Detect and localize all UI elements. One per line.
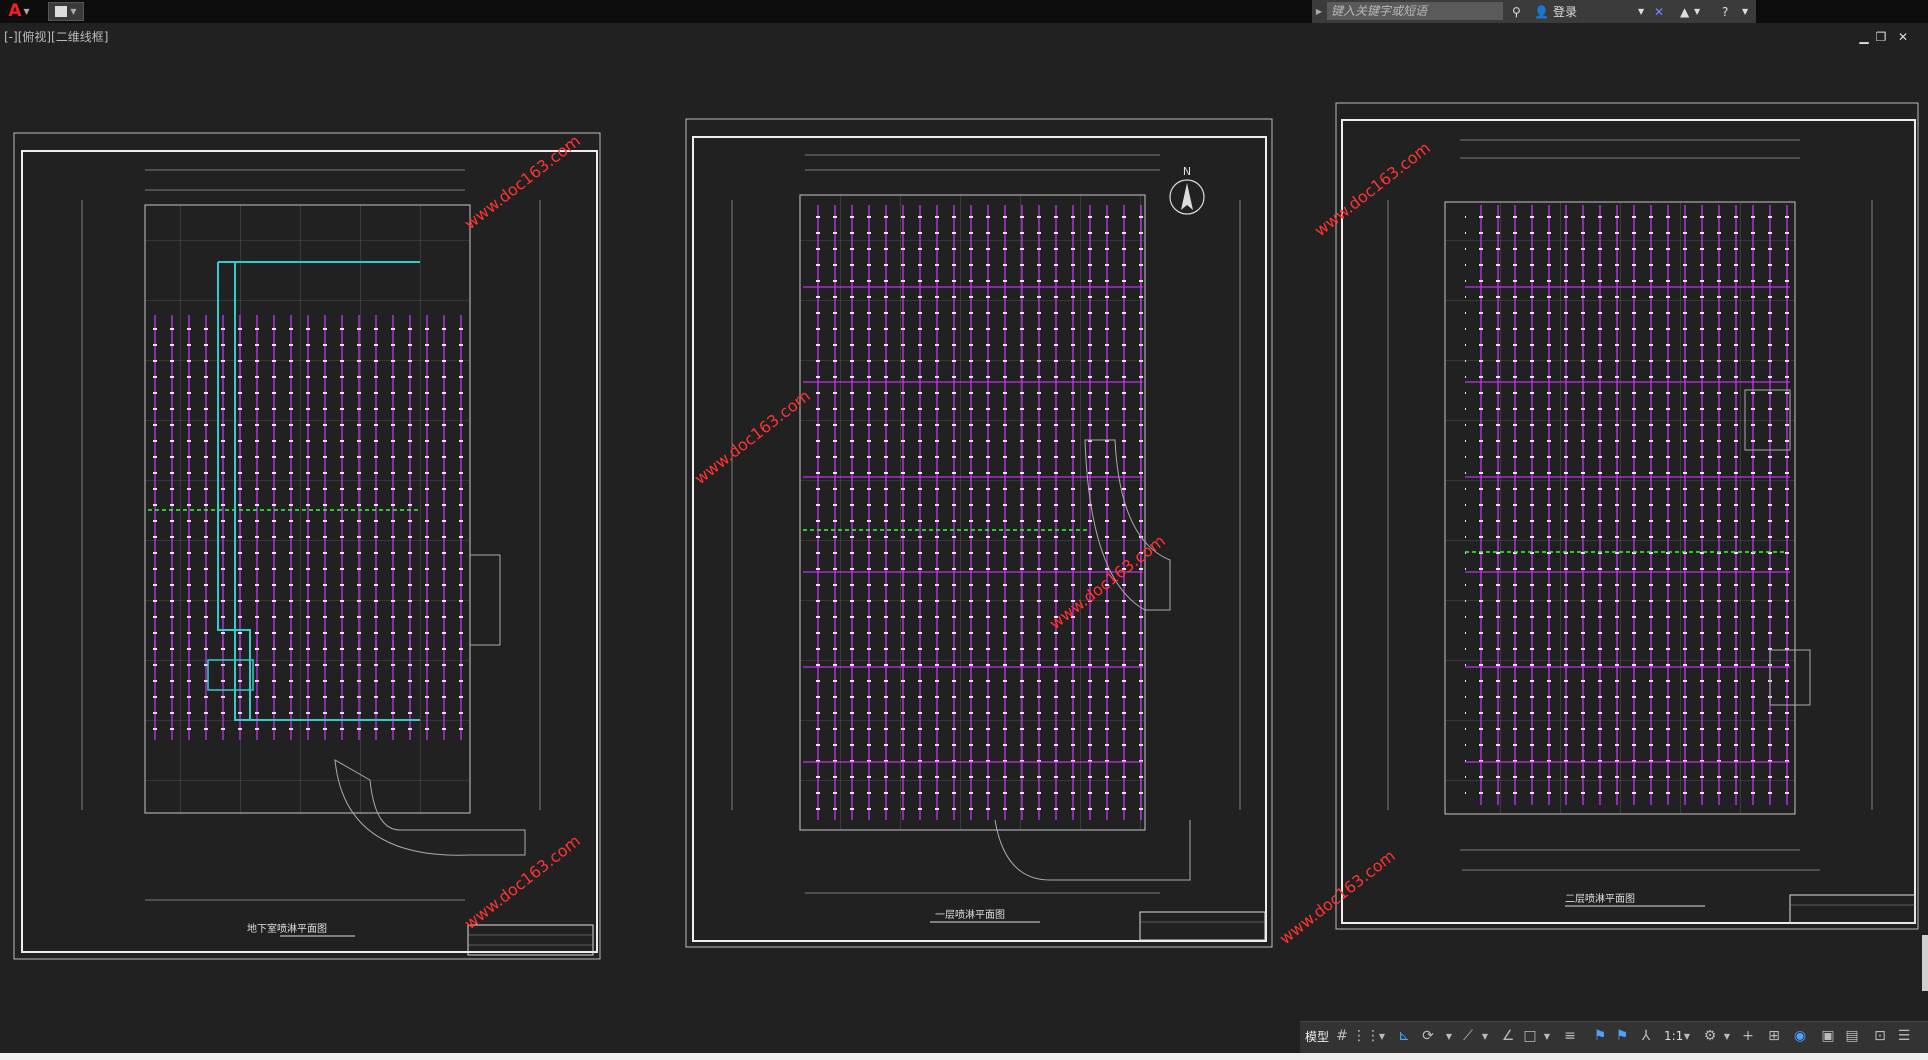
polar-tracking-icon[interactable]: ⟳: [1420, 1026, 1436, 1046]
ortho-icon[interactable]: ⊾: [1396, 1026, 1412, 1046]
watermark: www.doc163.com: [1311, 138, 1434, 240]
chevron-down-icon[interactable]: ▼: [1722, 1026, 1732, 1046]
grid-icon[interactable]: #: [1334, 1026, 1350, 1046]
object-snap-tracking-icon[interactable]: ∠: [1500, 1026, 1516, 1046]
watermark: www.doc163.com: [691, 386, 814, 488]
isometric-drafting-icon[interactable]: ⟋: [1460, 1026, 1476, 1046]
quick-properties-icon[interactable]: ⊞: [1766, 1026, 1782, 1046]
sheet-title: 一层喷淋平面图: [935, 908, 1005, 921]
hardware-acceleration-icon[interactable]: ▣: [1820, 1026, 1836, 1046]
object-snap-icon[interactable]: □: [1522, 1026, 1538, 1046]
watermark: www.doc163.com: [461, 131, 584, 233]
auto-scale-icon[interactable]: ⚑: [1614, 1026, 1630, 1046]
annotation-visibility-icon[interactable]: ⚑: [1592, 1026, 1608, 1046]
snap-icon[interactable]: ⋮⋮: [1352, 1026, 1380, 1046]
chevron-down-icon[interactable]: ▼: [1682, 1026, 1692, 1046]
isolate-objects-icon[interactable]: ◉: [1792, 1026, 1808, 1046]
chevron-down-icon[interactable]: ▼: [1480, 1026, 1490, 1046]
watermark: www.doc163.com: [461, 831, 584, 933]
chevron-down-icon[interactable]: ▼: [1377, 1026, 1387, 1046]
lineweight-icon[interactable]: ≡: [1562, 1026, 1578, 1046]
fullscreen-icon[interactable]: ⊡: [1872, 1026, 1888, 1046]
sheet-title: 地下室喷淋平面图: [247, 922, 327, 935]
sheet-basement: 地下室喷淋平面图 www.doc163.com www.doc163.com: [13, 131, 601, 960]
sheet-second-floor: 二层喷淋平面图 www.doc163.com www.doc163.com: [1276, 102, 1919, 948]
bottom-border: [0, 1053, 1928, 1060]
north-arrow-label: N: [1183, 165, 1191, 178]
sheet-first-floor: N 一层喷淋平面图 www.doc163.com www.doc163.com: [685, 118, 1273, 948]
chevron-down-icon[interactable]: ▼: [1542, 1026, 1552, 1046]
annotation-scale-value[interactable]: 1:1: [1664, 1026, 1683, 1046]
drawing-canvas[interactable]: 地下室喷淋平面图 www.doc163.com www.doc163.com N…: [0, 0, 1928, 1060]
sheet-title: 二层喷淋平面图: [1565, 892, 1635, 905]
chevron-down-icon[interactable]: ▼: [1444, 1026, 1454, 1046]
watermark: www.doc163.com: [1276, 846, 1399, 948]
vertical-scrollbar[interactable]: [1922, 935, 1928, 991]
customization-menu-icon[interactable]: ☰: [1896, 1026, 1912, 1046]
clean-screen-icon[interactable]: ▤: [1844, 1026, 1860, 1046]
gear-icon[interactable]: ⚙: [1702, 1026, 1718, 1046]
model-space-button[interactable]: 模型: [1302, 1024, 1332, 1048]
plus-icon[interactable]: +: [1740, 1026, 1756, 1046]
annotation-scale-icon[interactable]: ⅄: [1638, 1026, 1654, 1046]
